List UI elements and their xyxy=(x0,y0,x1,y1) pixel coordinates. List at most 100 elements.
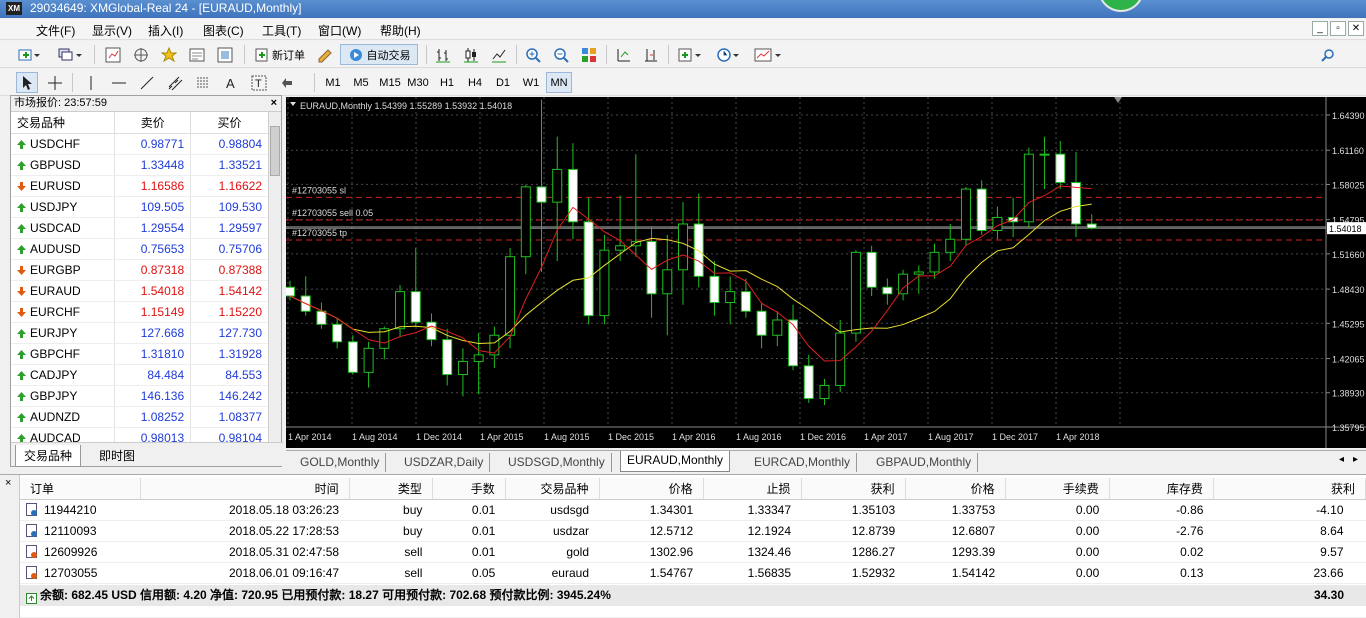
restore-icon[interactable]: ▫ xyxy=(1330,21,1346,36)
market-row-audusd[interactable]: AUDUSD 0.75653 0.75706 xyxy=(11,238,269,260)
terminal-icon[interactable] xyxy=(186,44,208,65)
tab-scroll-right-icon[interactable]: ▸ xyxy=(1353,454,1358,465)
menu-help[interactable]: 帮助(H) xyxy=(380,22,421,39)
timeframe-m30[interactable]: M30 xyxy=(404,72,432,93)
chart-tab-usdsgd[interactable]: USDSGD,Monthly xyxy=(502,453,612,472)
text-icon[interactable]: A xyxy=(220,72,242,93)
menu-window[interactable]: 窗口(W) xyxy=(318,22,361,39)
trendline-icon[interactable] xyxy=(136,72,158,93)
new-chart-button[interactable] xyxy=(14,44,44,65)
terminal-close-icon[interactable]: × xyxy=(5,477,11,489)
order-row[interactable]: 11944210 2018.05.18 03:26:23 buy 0.01 usdsgd… xyxy=(20,499,1366,521)
market-watch-scrollbar[interactable] xyxy=(268,112,281,442)
market-row-usdjpy[interactable]: USDJPY 109.505 109.530 xyxy=(11,196,269,218)
cell-symbol: euraud xyxy=(505,562,599,584)
market-row-gbpjpy[interactable]: GBPJPY 146.136 146.242 xyxy=(11,385,269,407)
chart-tab-usdzar[interactable]: USDZAR,Daily xyxy=(398,453,491,472)
candlestick-icon[interactable] xyxy=(460,44,482,65)
zoom-out-icon[interactable] xyxy=(550,44,572,65)
tab-scroll-left-icon[interactable]: ◂ xyxy=(1339,454,1344,465)
col-price[interactable]: 价格 xyxy=(599,478,704,500)
tester-icon[interactable] xyxy=(214,44,236,65)
chart-tab-gbpaud[interactable]: GBPAUD,Monthly xyxy=(870,453,979,472)
arrows-icon[interactable] xyxy=(276,72,298,93)
col-order[interactable]: 订单 xyxy=(20,478,142,500)
timeframe-d1[interactable]: D1 xyxy=(490,72,516,93)
zoom-in-icon[interactable] xyxy=(522,44,544,65)
crosshair-icon[interactable] xyxy=(44,72,66,93)
close-icon[interactable]: ✕ xyxy=(1348,21,1364,36)
tab-tick-chart[interactable]: 即时图 xyxy=(91,445,143,466)
search-icon[interactable] xyxy=(1318,44,1338,65)
col-bid[interactable]: 卖价 xyxy=(114,112,192,134)
channel-icon[interactable] xyxy=(164,72,186,93)
col-time[interactable]: 时间 xyxy=(140,478,350,500)
market-row-usdcad[interactable]: USDCAD 1.29554 1.29597 xyxy=(11,217,269,239)
timeframe-h1[interactable]: H1 xyxy=(434,72,460,93)
col-symbol[interactable]: 交易品种 xyxy=(11,112,116,134)
market-row-gbpusd[interactable]: GBPUSD 1.33448 1.33521 xyxy=(11,154,269,176)
vertical-line-icon[interactable] xyxy=(80,72,102,93)
market-row-eurgbp[interactable]: EURGBP 0.87318 0.87388 xyxy=(11,259,269,281)
col-lots[interactable]: 手数 xyxy=(432,478,506,500)
menu-charts[interactable]: 图表(C) xyxy=(203,22,244,39)
navigator-icon[interactable] xyxy=(130,44,152,65)
price-chart[interactable]: 1.64390 1.61160 1.58025 1.54795 1.51660 1.484… xyxy=(286,97,1366,448)
col-symbol[interactable]: 交易品种 xyxy=(505,478,600,500)
timeframe-m15[interactable]: M15 xyxy=(376,72,404,93)
market-row-eurjpy[interactable]: EURJPY 127.668 127.730 xyxy=(11,322,269,344)
chart-shift-icon[interactable] xyxy=(640,44,662,65)
market-row-euraud[interactable]: EURAUD 1.54018 1.54142 xyxy=(11,280,269,302)
templates-button[interactable] xyxy=(750,44,786,65)
col-type[interactable]: 类型 xyxy=(349,478,433,500)
chart-tab-euraud[interactable]: EURAUD,Monthly xyxy=(620,451,731,472)
timeframe-h4[interactable]: H4 xyxy=(462,72,488,93)
market-row-usdchf[interactable]: USDCHF 0.98771 0.98804 xyxy=(11,133,269,155)
market-row-audnzd[interactable]: AUDNZD 1.08252 1.08377 xyxy=(11,406,269,428)
fibonacci-icon[interactable] xyxy=(192,72,214,93)
col-tp[interactable]: 获利 xyxy=(801,478,906,500)
horizontal-line-icon[interactable] xyxy=(108,72,130,93)
col-sl[interactable]: 止损 xyxy=(703,478,802,500)
col-ask[interactable]: 买价 xyxy=(190,112,269,134)
market-row-eurusd[interactable]: EURUSD 1.16586 1.16622 xyxy=(11,175,269,197)
timeframe-w1[interactable]: W1 xyxy=(518,72,544,93)
metaeditor-icon[interactable] xyxy=(314,44,336,65)
market-row-gbpchf[interactable]: GBPCHF 1.31810 1.31928 xyxy=(11,343,269,365)
indicators-button[interactable] xyxy=(674,44,706,65)
text-label-icon[interactable]: T xyxy=(248,72,270,93)
chart-tab-gold[interactable]: GOLD,Monthly xyxy=(294,453,387,472)
auto-scroll-icon[interactable] xyxy=(612,44,634,65)
new-order-button[interactable]: 新订单 xyxy=(250,44,310,65)
tab-symbols[interactable]: 交易品种 xyxy=(15,445,82,467)
col-current-price[interactable]: 价格 xyxy=(905,478,1006,500)
bar-chart-icon[interactable] xyxy=(432,44,454,65)
cursor-icon[interactable] xyxy=(16,72,38,93)
menu-insert[interactable]: 插入(I) xyxy=(148,22,183,39)
timeframe-m1[interactable]: M1 xyxy=(320,72,346,93)
market-row-cadjpy[interactable]: CADJPY 84.484 84.553 xyxy=(11,364,269,386)
chart-tab-eurcad[interactable]: EURCAD,Monthly xyxy=(748,453,858,472)
chart-canvas[interactable]: 1.643901.611601.580251.547951.516601.484… xyxy=(286,97,1366,448)
market-watch-icon[interactable] xyxy=(102,44,124,65)
col-swap[interactable]: 库存费 xyxy=(1109,478,1214,500)
profiles-button[interactable] xyxy=(54,44,86,65)
favorites-icon[interactable] xyxy=(158,44,180,65)
periods-button[interactable] xyxy=(712,44,744,65)
col-commission[interactable]: 手续费 xyxy=(1005,478,1110,500)
order-row[interactable]: 12703055 2018.06.01 09:16:47 sell 0.05 eurau… xyxy=(20,562,1366,584)
timeframe-mn[interactable]: MN xyxy=(546,72,572,93)
order-row[interactable]: 12110093 2018.05.22 17:28:53 buy 0.01 usdzar… xyxy=(20,520,1366,542)
col-profit[interactable]: 获利 xyxy=(1213,478,1366,500)
auto-trading-button[interactable]: 自动交易 xyxy=(340,44,418,65)
tile-windows-icon[interactable] xyxy=(578,44,600,65)
minimize-icon[interactable]: _ xyxy=(1312,21,1328,36)
timeframe-m5[interactable]: M5 xyxy=(348,72,374,93)
menu-view[interactable]: 显示(V) xyxy=(92,22,132,39)
market-row-eurchf[interactable]: EURCHF 1.15149 1.15220 xyxy=(11,301,269,323)
order-row[interactable]: 12609926 2018.05.31 02:47:58 sell 0.01 gold 1… xyxy=(20,541,1366,563)
close-panel-icon[interactable]: × xyxy=(271,96,277,111)
menu-tools[interactable]: 工具(T) xyxy=(262,22,301,39)
menu-file[interactable]: 文件(F) xyxy=(36,22,75,39)
line-chart-icon[interactable] xyxy=(488,44,510,65)
